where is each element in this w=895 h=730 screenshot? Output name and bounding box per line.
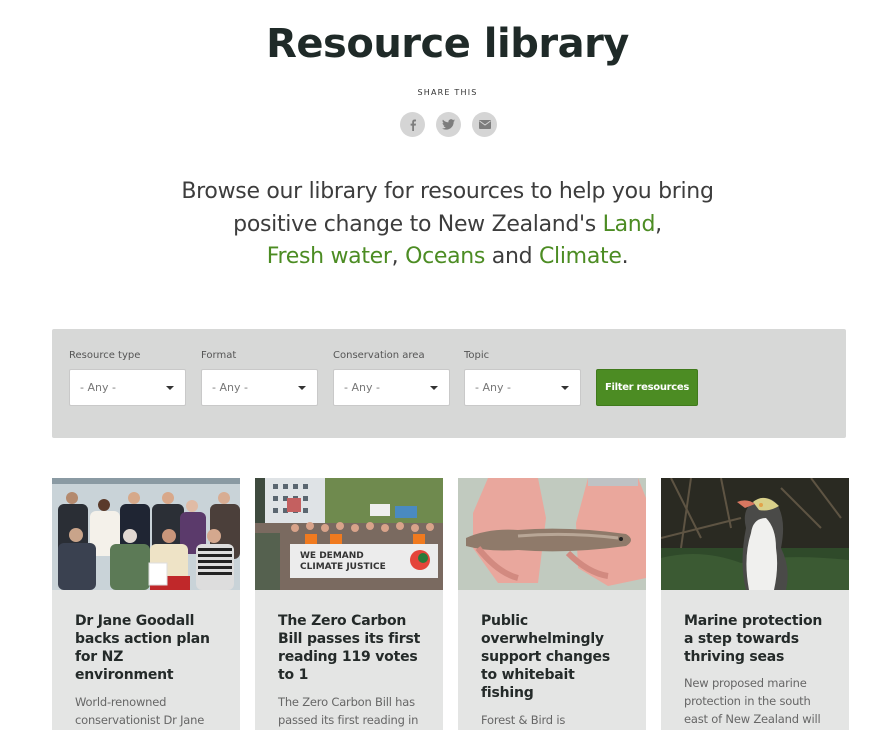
share-facebook-button[interactable] [400,112,425,137]
share-email-button[interactable] [472,112,497,137]
card-description: The Zero Carbon Bill has passed its firs… [278,695,419,727]
resource-card[interactable]: WE DEMAND CLIMATE JUSTICE The Zero Carbo… [255,478,443,730]
filter-label: Conservation area [333,350,425,361]
format-select[interactable]: - Any - [201,369,318,406]
caret-down-icon [298,386,306,390]
card-title[interactable]: Public overwhelmingly support changes to… [481,612,630,702]
resource-cards: Dr Jane Goodall backs action plan for NZ… [52,478,849,730]
intro-sep: . [621,244,629,269]
resource-card[interactable]: Dr Jane Goodall backs action plan for NZ… [52,478,240,730]
select-value: - Any - [80,381,116,394]
intro-sep: and [485,244,539,269]
card-title[interactable]: Dr Jane Goodall backs action plan for NZ… [75,612,224,684]
caret-down-icon [166,386,174,390]
card-description: New proposed marine protection in the so… [684,676,821,726]
card-description: World-renowned conservationist Dr Jane [75,695,205,727]
link-fresh-water[interactable]: Fresh water [267,244,392,269]
whitebait-image [458,478,646,590]
intro-sep: , [391,244,406,269]
facebook-icon [408,119,418,131]
link-climate[interactable]: Climate [539,244,622,269]
resource-type-select[interactable]: - Any - [69,369,186,406]
card-image[interactable]: WE DEMAND CLIMATE JUSTICE [255,478,443,590]
banner-line-2: CLIMATE JUSTICE [300,562,386,572]
resource-card[interactable]: Public overwhelmingly support changes to… [458,478,646,730]
filter-panel: Resource type - Any - Format - Any - Con… [52,329,846,438]
card-description: Forest & Bird is [481,713,566,727]
card-title[interactable]: The Zero Carbon Bill passes its first re… [278,612,427,684]
select-value: - Any - [475,381,511,394]
select-value: - Any - [344,381,380,394]
email-icon [478,120,491,129]
link-oceans[interactable]: Oceans [405,244,485,269]
share-icons [400,112,497,137]
filter-topic: Topic - Any - [464,349,581,406]
twitter-icon [442,119,455,130]
card-image[interactable] [52,478,240,590]
intro-sep: , [655,211,662,237]
climate-march-image: WE DEMAND CLIMATE JUSTICE [255,478,443,590]
filter-conservation-area: Conservation area - Any - [333,349,450,406]
penguin-image [661,478,849,590]
topic-select[interactable]: - Any - [464,369,581,406]
caret-down-icon [561,386,569,390]
group-photo-image [52,478,240,590]
card-image[interactable] [458,478,646,590]
link-land[interactable]: Land [603,212,656,237]
filter-label: Topic [464,350,490,361]
share-label: SHARE THIS [417,88,478,97]
card-image[interactable] [661,478,849,590]
filter-format: Format - Any - [201,349,318,406]
page-title: Resource library [266,21,629,67]
banner-line-1: WE DEMAND [300,551,364,561]
share-twitter-button[interactable] [436,112,461,137]
resource-card[interactable]: Marine protection a step towards thrivin… [661,478,849,730]
caret-down-icon [430,386,438,390]
filter-label: Resource type [69,350,141,361]
filter-resource-type: Resource type - Any - [69,349,186,406]
filter-label: Format [201,350,237,361]
intro-text: Browse our library for resources to help… [180,176,715,274]
conservation-area-select[interactable]: - Any - [333,369,450,406]
select-value: - Any - [212,381,248,394]
card-title[interactable]: Marine protection a step towards thrivin… [684,612,833,666]
filter-resources-button[interactable]: Filter resources [596,369,698,406]
